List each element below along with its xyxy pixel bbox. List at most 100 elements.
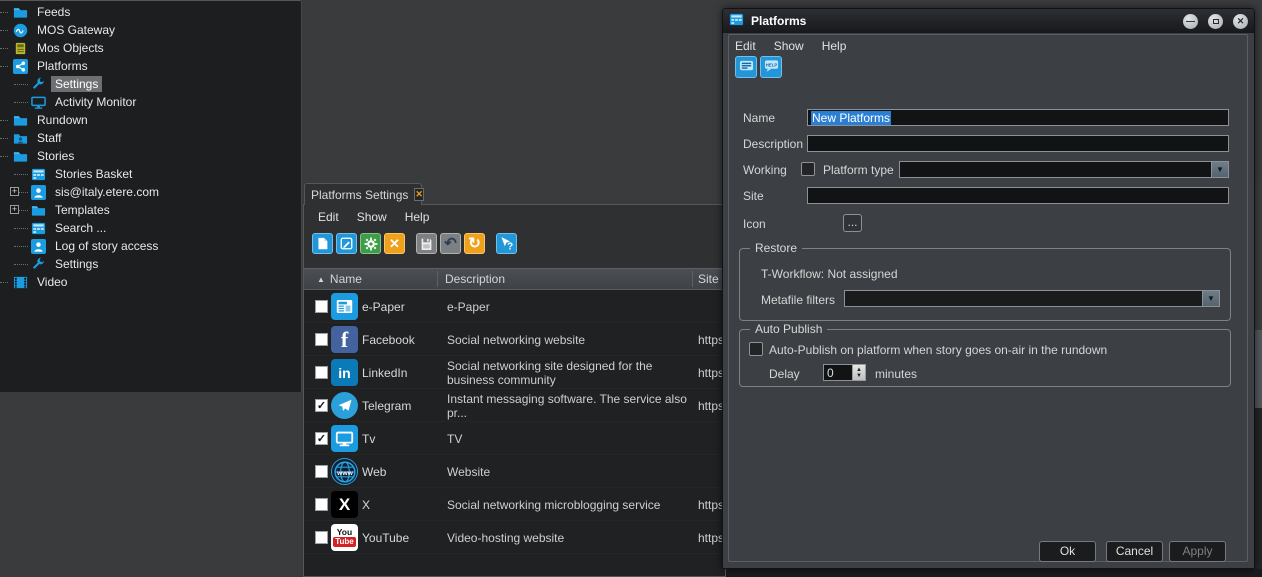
description-input[interactable] [807, 135, 1229, 152]
expand-plus-icon[interactable]: + [10, 187, 19, 196]
row-checkbox[interactable] [315, 333, 328, 346]
toolbar-button-context-help[interactable]: ? [496, 233, 517, 254]
delay-stepper[interactable]: ▲▼ [852, 364, 866, 381]
sidebar-item-rundown[interactable]: Rundown [0, 111, 301, 129]
menu-edit[interactable]: Edit [318, 210, 339, 224]
sidebar-item-settings[interactable]: Settings [0, 75, 301, 93]
auto-publish-label: Auto-Publish on platform when story goes… [769, 343, 1107, 357]
sidebar-item-mos-gateway[interactable]: MOS Gateway [0, 21, 301, 39]
table-row-youtube[interactable]: YouTubeYouTubeVideo-hosting websitehttps [304, 521, 725, 554]
toolbar-button-gear[interactable] [360, 233, 381, 254]
auto-publish-group-title: Auto Publish [750, 322, 827, 336]
expand-plus-icon[interactable]: + [10, 205, 19, 214]
sidebar-item-platforms[interactable]: Platforms [0, 57, 301, 75]
row-checkbox[interactable]: ✓ [315, 432, 328, 445]
dialog-toolbar-button-workflow[interactable] [735, 56, 757, 78]
menu-help[interactable]: Help [822, 39, 847, 53]
user-icon [30, 238, 46, 254]
site-input[interactable] [807, 187, 1229, 204]
table-row-telegram[interactable]: ✓TelegramInstant messaging software. The… [304, 389, 725, 422]
menu-help[interactable]: Help [405, 210, 430, 224]
minimize-icon[interactable]: — [1183, 14, 1198, 29]
row-checkbox[interactable] [315, 498, 328, 511]
table-row-linkedin[interactable]: inLinkedInSocial networking site designe… [304, 356, 725, 389]
platform-type-select[interactable]: ▼ [899, 161, 1229, 178]
save-icon [420, 237, 433, 250]
menu-edit[interactable]: Edit [735, 39, 756, 53]
sidebar-item-video[interactable]: Video [0, 273, 301, 291]
sidebar-item-stories-basket[interactable]: Stories Basket [0, 165, 301, 183]
menu-show[interactable]: Show [357, 210, 387, 224]
row-description: Social networking microblogging service [447, 488, 693, 521]
dialog-titlebar[interactable]: Platforms — ✕ [723, 9, 1254, 33]
folder-icon [12, 112, 28, 128]
toolbar-button-save[interactable] [416, 233, 437, 254]
working-label: Working [743, 163, 787, 177]
sidebar-item-label: sis@italy.etere.com [51, 184, 163, 200]
name-input[interactable]: New Platforms [807, 109, 1229, 126]
column-header-name[interactable]: Name [330, 272, 362, 286]
toolbar-button-delete[interactable]: ✕ [384, 233, 405, 254]
table-row-tv[interactable]: ✓TvTV [304, 422, 725, 455]
folder-user-icon [12, 130, 28, 146]
row-checkbox[interactable] [315, 366, 328, 379]
sidebar-item-label: Search ... [51, 220, 110, 236]
delay-input[interactable]: 0 [823, 364, 853, 381]
name-value-selected: New Platforms [811, 111, 891, 125]
telegram-icon [331, 392, 358, 419]
table-header[interactable]: ▲Name Description Site [304, 268, 725, 290]
row-name: Web [362, 455, 386, 488]
table-row-e-paper[interactable]: e-Papere-Paper [304, 290, 725, 323]
dialog-toolbar-button-help-bubble[interactable]: HELP [760, 56, 782, 78]
ok-button[interactable]: Ok [1039, 541, 1096, 562]
tree-connector [14, 84, 28, 85]
sidebar-item-feeds[interactable]: Feeds [0, 3, 301, 21]
sidebar-item-mos-objects[interactable]: Mos Objects [0, 39, 301, 57]
icon-browse-button[interactable]: ... [843, 214, 862, 232]
linkedin-icon: in [331, 359, 358, 386]
dialog-title: Platforms [751, 14, 1173, 28]
sidebar-item-settings[interactable]: Settings [0, 255, 301, 273]
sidebar-item-search[interactable]: Search ... [0, 219, 301, 237]
row-checkbox[interactable] [315, 531, 328, 544]
row-site: https [698, 488, 724, 521]
folder-icon [30, 202, 46, 218]
table-body: e-Papere-PaperfFacebookSocial networking… [304, 290, 725, 576]
metafile-filters-label: Metafile filters [761, 293, 835, 307]
cancel-button[interactable]: Cancel [1106, 541, 1163, 562]
table-row-web[interactable]: wwwWebWebsite [304, 455, 725, 488]
close-icon[interactable]: ✕ [1233, 14, 1248, 29]
sidebar-item-staff[interactable]: Staff [0, 129, 301, 147]
metafile-filters-select[interactable]: ▼ [844, 290, 1220, 307]
table-row-facebook[interactable]: fFacebookSocial networking websitehttps [304, 323, 725, 356]
apply-button[interactable]: Apply [1169, 541, 1226, 562]
background-bottom-strip [722, 569, 1262, 577]
background-right-dark [1254, 408, 1262, 577]
toolbar-button-refresh[interactable]: ↻ [464, 233, 485, 254]
chevron-down-icon[interactable]: ▼ [1202, 291, 1219, 306]
row-checkbox[interactable]: ✓ [315, 399, 328, 412]
table-row-x[interactable]: XXSocial networking microblogging servic… [304, 488, 725, 521]
column-header-site[interactable]: Site [698, 272, 719, 286]
column-header-description[interactable]: Description [445, 272, 505, 286]
sidebar-item-templates[interactable]: +Templates [0, 201, 301, 219]
sidebar-item-activity-monitor[interactable]: Activity Monitor [0, 93, 301, 111]
toolbar-button-undo[interactable]: ↶ [440, 233, 461, 254]
working-checkbox[interactable] [801, 162, 815, 176]
sidebar-item-stories[interactable]: Stories [0, 147, 301, 165]
sidebar-item-log-of-story-access[interactable]: Log of story access [0, 237, 301, 255]
menu-show[interactable]: Show [774, 39, 804, 53]
row-name: Tv [362, 422, 375, 455]
tab-close-icon[interactable]: ✕ [414, 188, 424, 201]
toolbar-button-new[interactable] [312, 233, 333, 254]
tab-platforms-settings[interactable]: Platforms Settings ✕ [304, 183, 422, 205]
chevron-down-icon[interactable]: ▼ [1211, 162, 1228, 177]
toolbar-button-edit[interactable] [336, 233, 357, 254]
restore-groupbox: Restore [739, 248, 1231, 321]
auto-publish-checkbox[interactable] [749, 342, 763, 356]
sidebar-item-label: Log of story access [51, 238, 162, 254]
row-checkbox[interactable] [315, 465, 328, 478]
row-checkbox[interactable] [315, 300, 328, 313]
sidebar-item-sis-italy-etere-com[interactable]: + sis@italy.etere.com [0, 183, 301, 201]
maximize-icon[interactable] [1208, 14, 1223, 29]
